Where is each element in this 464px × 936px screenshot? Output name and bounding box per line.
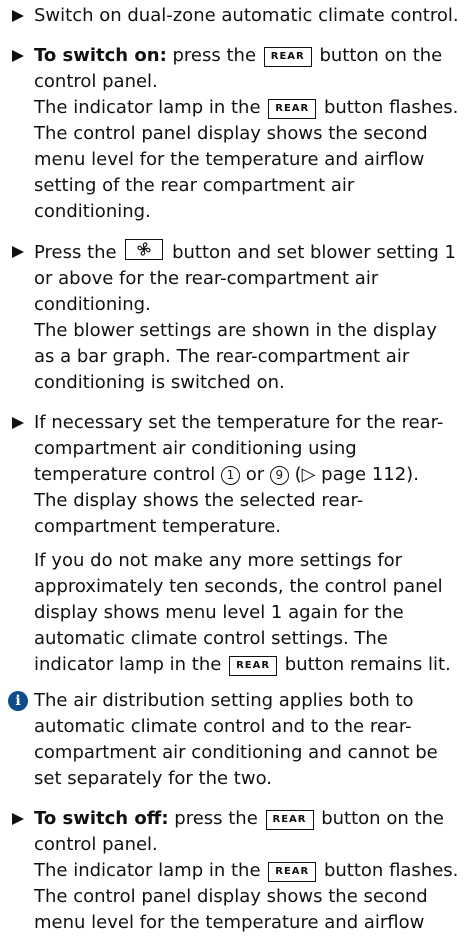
- item-text: Press the: [34, 242, 123, 263]
- item-text: The indicator lamp in the: [34, 860, 267, 881]
- manual-page: Switch on dual-zone automatic climate co…: [0, 0, 464, 936]
- info-icon: i: [8, 691, 28, 711]
- bullet-arrow-icon: [10, 43, 28, 69]
- list-item-to-switch-off: To switch off: press the REAR button on …: [8, 806, 462, 936]
- rear-button-key: REAR: [229, 656, 278, 676]
- rear-button-key: REAR: [265, 810, 314, 830]
- bullet-arrow-icon: [10, 239, 28, 265]
- page-reference: (▷ page 112).: [288, 464, 419, 485]
- rear-button-key: REAR: [268, 99, 317, 119]
- item-text: press the: [168, 808, 264, 829]
- item-text: Switch on dual-zone automatic climate co…: [34, 5, 459, 26]
- item-text: or: [239, 464, 270, 485]
- bullet-arrow-icon: [10, 3, 28, 29]
- item-paragraph: If you do not make any more settings for…: [34, 548, 462, 678]
- info-note: i The air distribution setting applies b…: [8, 688, 462, 792]
- list-item-to-switch-on: To switch on: press the REAR button on t…: [8, 43, 462, 225]
- item-text: press the: [166, 45, 262, 66]
- item-bold-label: To switch off:: [34, 808, 169, 829]
- control-9-marker: 9: [269, 466, 289, 485]
- fan-icon: [125, 239, 164, 260]
- list-item-switch-on-dual-zone: Switch on dual-zone automatic climate co…: [8, 3, 462, 29]
- list-item-temperature: If necessary set the temperature for the…: [8, 410, 462, 678]
- rear-button-key: REAR: [263, 47, 312, 67]
- note-text: The air distribution setting applies bot…: [34, 690, 438, 789]
- item-text: The indicator lamp in the: [34, 97, 267, 118]
- bullet-arrow-icon: [10, 410, 28, 436]
- item-bold-label: To switch on:: [34, 45, 167, 66]
- item-text: The display shows the selected rear-comp…: [34, 490, 364, 537]
- control-1-marker: 1: [220, 466, 240, 485]
- bullet-arrow-icon: [10, 806, 28, 832]
- item-text: The blower settings are shown in the dis…: [34, 320, 437, 393]
- item-text: button remains lit.: [279, 654, 451, 675]
- list-item-blower: Press the button and set blower setting …: [8, 239, 462, 396]
- rear-button-key: REAR: [268, 862, 317, 882]
